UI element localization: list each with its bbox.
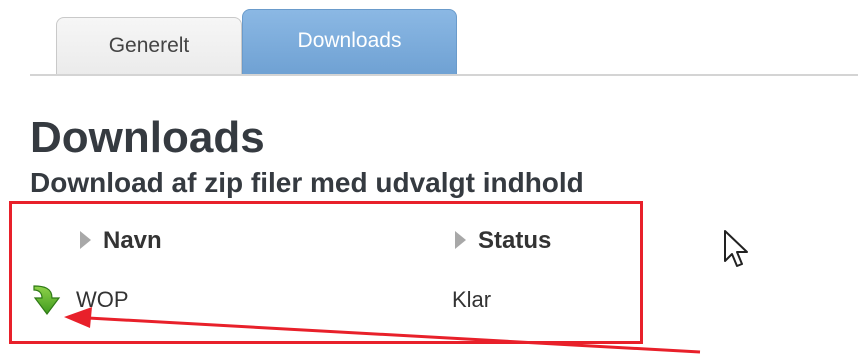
column-header-status[interactable]: Status <box>455 226 551 256</box>
column-header-label: Navn <box>103 227 162 254</box>
page-subtitle: Download af zip filer med udvalgt indhol… <box>30 167 584 198</box>
download-name: WOP <box>76 287 129 312</box>
tab-bar: Generelt Downloads <box>0 0 858 76</box>
tab-generelt[interactable]: Generelt <box>56 17 242 75</box>
column-header-navn[interactable]: Navn <box>80 226 162 256</box>
tab-divider <box>30 74 858 76</box>
page-title: Downloads <box>30 113 265 162</box>
tab-downloads[interactable]: Downloads <box>242 9 457 75</box>
sort-triangle-icon <box>80 231 91 249</box>
download-arrow-icon <box>33 285 61 315</box>
mouse-cursor-icon <box>724 230 748 267</box>
page: Generelt Downloads Downloads Download af… <box>0 0 858 354</box>
sort-triangle-icon <box>455 231 466 249</box>
column-header-label: Status <box>478 227 552 254</box>
download-status: Klar <box>452 287 492 312</box>
annotation-highlight-box <box>9 201 643 344</box>
